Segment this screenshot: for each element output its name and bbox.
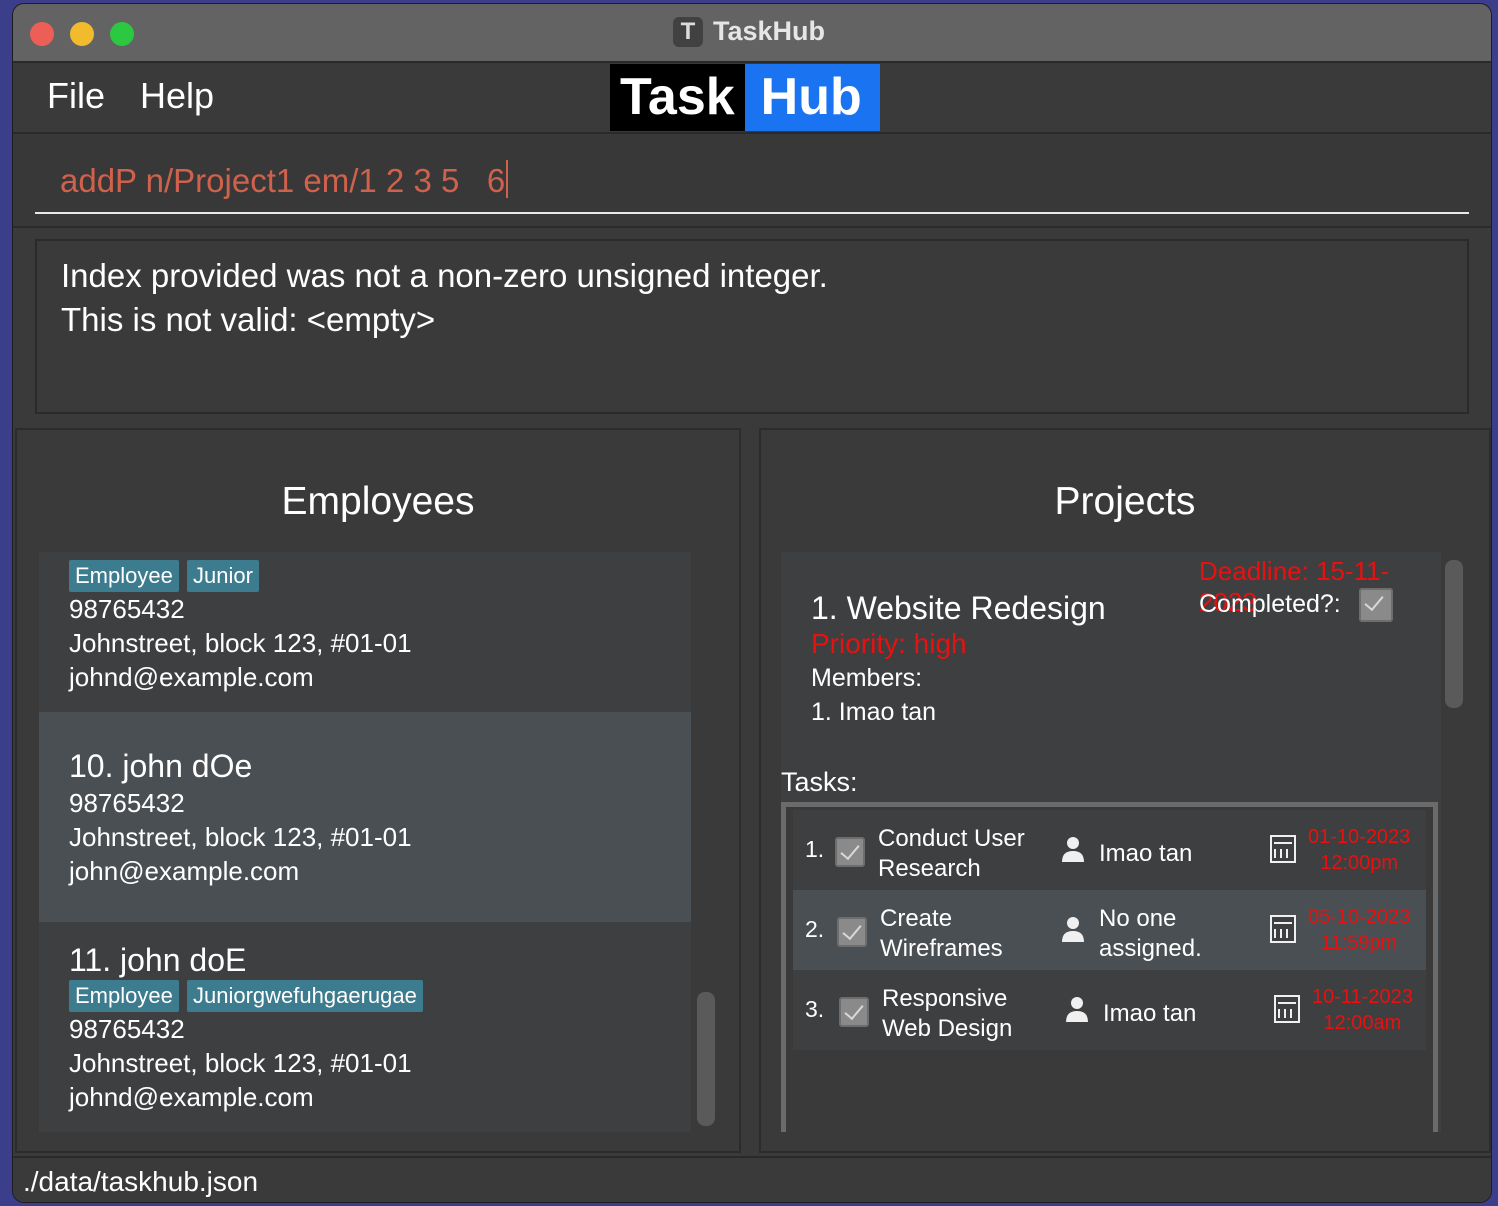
employee-list-scrollbar[interactable] bbox=[697, 992, 715, 1126]
task-done-checkbox[interactable] bbox=[835, 837, 865, 867]
menu-help[interactable]: Help bbox=[140, 75, 214, 117]
status-bar: ./data/taskhub.json bbox=[13, 1156, 1491, 1202]
project-completed-checkbox[interactable] bbox=[1359, 588, 1393, 622]
task-assignee-line: Imao tan bbox=[1103, 1000, 1197, 1027]
task-row[interactable]: 3. Responsive Web Design Imao tan 10-11-… bbox=[793, 970, 1426, 1050]
task-description-line: Research bbox=[878, 855, 981, 882]
task-deadline-time: 11:59pm bbox=[1320, 932, 1398, 954]
task-row[interactable]: 1. Conduct User Research Imao tan 01-10-… bbox=[793, 810, 1426, 890]
command-input-text: addP n/Project1 em/1 2 3 5 6 bbox=[60, 162, 506, 199]
window-title: TaskHub bbox=[713, 16, 826, 46]
logo-task-text: Task bbox=[610, 64, 745, 131]
task-assignee-line: Imao tan bbox=[1099, 840, 1193, 867]
project-name: 1. Website Redesign bbox=[811, 590, 1106, 626]
task-assignee: Imao tan bbox=[1099, 839, 1192, 869]
task-assignee-line: assigned. bbox=[1099, 935, 1202, 962]
menu-file[interactable]: File bbox=[47, 75, 105, 117]
task-row[interactable]: 2. Create Wireframes No one assigned. 05… bbox=[793, 890, 1426, 970]
task-description-line: Wireframes bbox=[880, 935, 1003, 962]
menu-bar: File Help Task Hub bbox=[13, 63, 1491, 134]
employee-card[interactable]: 11. john doE Employee Juniorgwefuhgaerug… bbox=[39, 922, 691, 1132]
employee-name: 10. john dOe bbox=[69, 748, 253, 784]
employee-phone: 98765432 bbox=[69, 594, 185, 624]
task-deadline-date: 05-10-2023 bbox=[1308, 906, 1411, 928]
task-assignee-line: No one bbox=[1099, 905, 1177, 932]
employee-address: Johnstreet, block 123, #01-01 bbox=[69, 822, 412, 852]
employee-tag: Junior bbox=[187, 560, 259, 592]
task-deadline: 01-10-2023 12:00pm bbox=[1308, 824, 1410, 876]
project-completed-label: Completed?: bbox=[1199, 590, 1341, 618]
task-assignee: Imao tan bbox=[1103, 999, 1196, 1029]
task-description: Responsive Web Design bbox=[882, 984, 1012, 1044]
person-icon bbox=[1061, 836, 1085, 862]
employee-email: johnd@example.com bbox=[69, 662, 314, 692]
minimize-window-button[interactable] bbox=[70, 22, 94, 46]
employee-address: Johnstreet, block 123, #01-01 bbox=[69, 1048, 412, 1078]
project-list[interactable]: 1. Website Redesign Priority: high Membe… bbox=[781, 552, 1441, 1132]
project-list-scrollbar[interactable] bbox=[1445, 560, 1463, 708]
employee-card[interactable]: 10. john dOe 98765432 Johnstreet, block … bbox=[39, 712, 691, 922]
result-display: Index provided was not a non-zero unsign… bbox=[35, 239, 1469, 414]
employee-card[interactable]: Employee Junior 98765432 Johnstreet, blo… bbox=[39, 552, 691, 712]
employee-name: 11. john doE bbox=[69, 942, 247, 978]
task-deadline-date: 01-10-2023 bbox=[1308, 826, 1411, 848]
task-deadline: 05-10-2023 11:59pm bbox=[1308, 904, 1410, 956]
calendar-icon bbox=[1270, 835, 1296, 863]
maximize-window-button[interactable] bbox=[110, 22, 134, 46]
task-description: Conduct User Research bbox=[878, 824, 1025, 884]
employee-phone: 98765432 bbox=[69, 788, 185, 818]
employee-address: Johnstreet, block 123, #01-01 bbox=[69, 628, 412, 658]
close-window-button[interactable] bbox=[30, 22, 54, 46]
tasks-label: Tasks: bbox=[781, 767, 858, 797]
task-deadline-time: 12:00pm bbox=[1320, 852, 1399, 874]
command-box-area: addP n/Project1 em/1 2 3 5 6 bbox=[13, 134, 1491, 228]
task-description-line: Conduct User bbox=[878, 825, 1025, 852]
result-message-line-1: Index provided was not a non-zero unsign… bbox=[61, 257, 828, 294]
calendar-icon bbox=[1274, 995, 1300, 1023]
task-description: Create Wireframes bbox=[880, 904, 1003, 964]
save-file-path: ./data/taskhub.json bbox=[23, 1166, 259, 1197]
task-done-checkbox[interactable] bbox=[839, 997, 869, 1027]
title-bar: T TaskHub bbox=[13, 4, 1491, 63]
project-card[interactable]: 1. Website Redesign Priority: high Membe… bbox=[781, 552, 1441, 1132]
command-input[interactable]: addP n/Project1 em/1 2 3 5 6 bbox=[35, 152, 1469, 214]
task-list[interactable]: 1. Conduct User Research Imao tan 01-10-… bbox=[781, 802, 1438, 1132]
result-message-line-2: This is not valid: <empty> bbox=[61, 301, 436, 338]
task-description-line: Web Design bbox=[882, 1015, 1013, 1042]
employee-email: johnd@example.com bbox=[69, 1082, 314, 1112]
task-number: 1. bbox=[805, 836, 825, 862]
task-description-line: Responsive bbox=[882, 985, 1008, 1012]
projects-title: Projects bbox=[1054, 480, 1196, 523]
employee-phone: 98765432 bbox=[69, 1014, 185, 1044]
app-window: T TaskHub File Help Task Hub addP n/Proj… bbox=[12, 3, 1492, 1203]
employee-tag: Employee bbox=[69, 560, 179, 592]
task-done-checkbox[interactable] bbox=[837, 917, 867, 947]
project-priority: Priority: high bbox=[811, 628, 967, 659]
project-member: 1. Imao tan bbox=[811, 698, 937, 726]
task-deadline: 10-11-2023 12:00am bbox=[1312, 984, 1413, 1036]
person-icon bbox=[1065, 996, 1089, 1022]
task-assignee: No one assigned. bbox=[1099, 904, 1202, 964]
taskhub-logo: Task Hub bbox=[610, 64, 880, 131]
employees-title: Employees bbox=[281, 480, 475, 523]
calendar-icon bbox=[1270, 915, 1296, 943]
task-description-line: Create bbox=[880, 905, 953, 932]
logo-hub-text: Hub bbox=[744, 64, 880, 131]
task-deadline-time: 12:00am bbox=[1323, 1012, 1402, 1034]
employee-list[interactable]: Employee Junior 98765432 Johnstreet, blo… bbox=[39, 552, 691, 1132]
employees-panel: Employees Employee Junior 98765432 Johns… bbox=[15, 428, 741, 1153]
employee-tag: Juniorgwefuhgaerugae bbox=[187, 980, 423, 1012]
task-number: 3. bbox=[805, 996, 825, 1022]
text-caret bbox=[506, 160, 509, 198]
task-deadline-date: 10-11-2023 bbox=[1312, 986, 1413, 1008]
projects-panel: Projects 1. Website Redesign Priority: h… bbox=[759, 428, 1491, 1153]
employee-tag: Employee bbox=[69, 980, 179, 1012]
person-icon bbox=[1061, 916, 1085, 942]
employee-email: john@example.com bbox=[69, 856, 300, 886]
taskhub-app-icon: T bbox=[673, 17, 703, 47]
task-number: 2. bbox=[805, 916, 825, 942]
project-members-label: Members: bbox=[811, 664, 923, 692]
